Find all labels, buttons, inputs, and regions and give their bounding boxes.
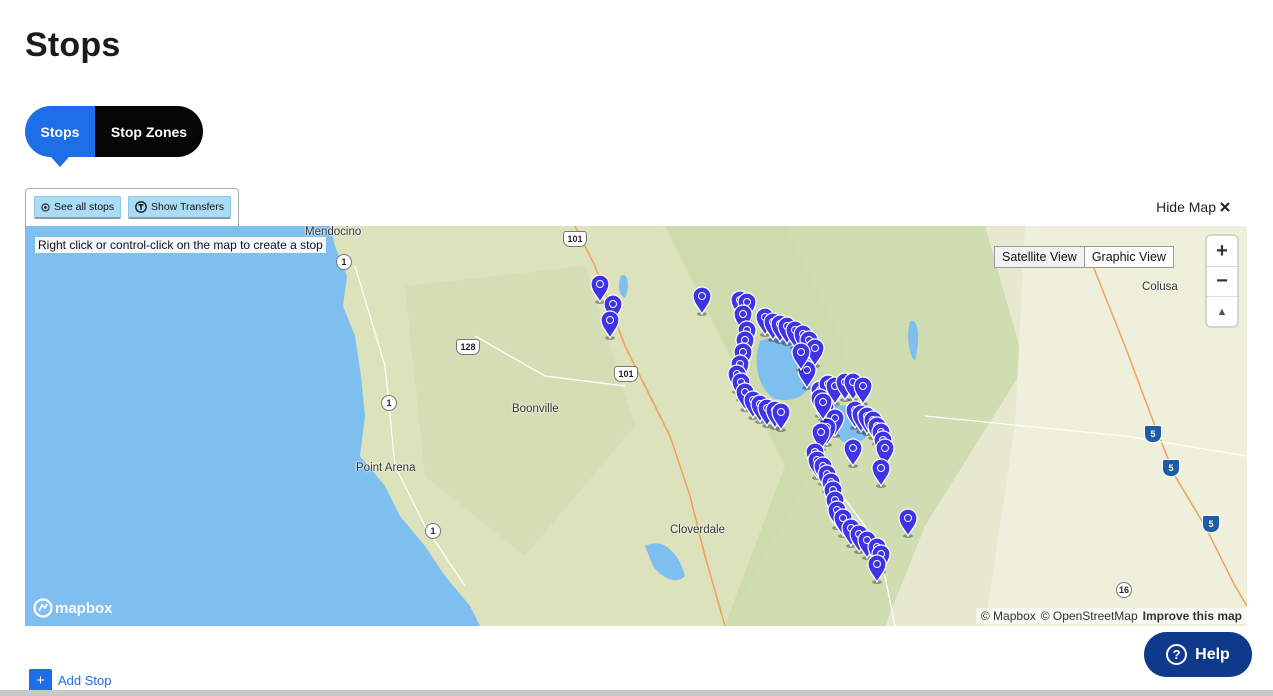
plus-icon: + bbox=[29, 669, 52, 692]
show-transfers-button[interactable]: Show Transfers bbox=[128, 196, 231, 219]
hide-map-button[interactable]: Hide Map bbox=[1156, 199, 1230, 215]
tab-stop-zones[interactable]: Stop Zones bbox=[95, 106, 203, 157]
map-attribution: © Mapbox © OpenStreetMap Improve this ma… bbox=[975, 608, 1247, 624]
tab-switch: Stops Stop Zones bbox=[25, 106, 203, 167]
mapbox-attribution-link[interactable]: © Mapbox bbox=[981, 609, 1036, 623]
stop-marker[interactable] bbox=[843, 438, 863, 468]
mapbox-logo-text: mapbox bbox=[55, 599, 113, 617]
improve-map-link[interactable]: Improve this map bbox=[1143, 609, 1242, 623]
see-all-stops-label: See all stops bbox=[54, 201, 115, 213]
map-canvas[interactable]: Mendocino Boonville Point Arena Cloverda… bbox=[25, 226, 1247, 626]
satellite-view-button[interactable]: Satellite View bbox=[995, 247, 1084, 267]
tab-stops[interactable]: Stops bbox=[25, 106, 95, 167]
compass-icon: ▲ bbox=[1216, 305, 1228, 318]
stop-marker[interactable] bbox=[867, 554, 887, 584]
mapbox-icon bbox=[33, 598, 53, 618]
stop-marker[interactable] bbox=[692, 286, 712, 316]
page-bottom-edge bbox=[0, 690, 1273, 696]
compass-button[interactable]: ▲ bbox=[1207, 296, 1237, 326]
transfer-t-icon bbox=[135, 201, 147, 213]
add-stop-button[interactable]: + Add Stop bbox=[29, 669, 112, 692]
target-icon bbox=[41, 202, 50, 212]
page-title: Stops bbox=[25, 26, 121, 64]
hide-map-label: Hide Map bbox=[1156, 199, 1216, 215]
zoom-controls: + − ▲ bbox=[1207, 236, 1237, 326]
stop-marker[interactable] bbox=[600, 310, 620, 340]
zoom-out-button[interactable]: − bbox=[1207, 266, 1237, 296]
mapbox-logo[interactable]: mapbox bbox=[33, 598, 113, 618]
help-label: Help bbox=[1195, 645, 1230, 663]
map-toolbar: See all stops Show Transfers bbox=[25, 188, 239, 228]
close-icon bbox=[1220, 199, 1230, 215]
stops-page: Stops Stops Stop Zones See all stops Sho… bbox=[0, 0, 1273, 696]
show-transfers-label: Show Transfers bbox=[151, 201, 224, 213]
add-stop-label: Add Stop bbox=[58, 673, 112, 688]
stop-markers-layer bbox=[590, 274, 918, 584]
stop-marker[interactable] bbox=[871, 458, 891, 488]
graphic-view-button[interactable]: Graphic View bbox=[1083, 247, 1173, 267]
see-all-stops-button[interactable]: See all stops bbox=[34, 196, 122, 219]
map-view-toggle: Satellite View Graphic View bbox=[994, 246, 1174, 268]
question-icon: ? bbox=[1166, 644, 1188, 665]
osm-attribution-link[interactable]: © OpenStreetMap bbox=[1041, 609, 1138, 623]
stop-marker[interactable] bbox=[898, 508, 918, 538]
map-hint: Right click or control-click on the map … bbox=[35, 237, 326, 253]
help-button[interactable]: ? Help bbox=[1144, 632, 1252, 677]
zoom-in-button[interactable]: + bbox=[1207, 236, 1237, 266]
